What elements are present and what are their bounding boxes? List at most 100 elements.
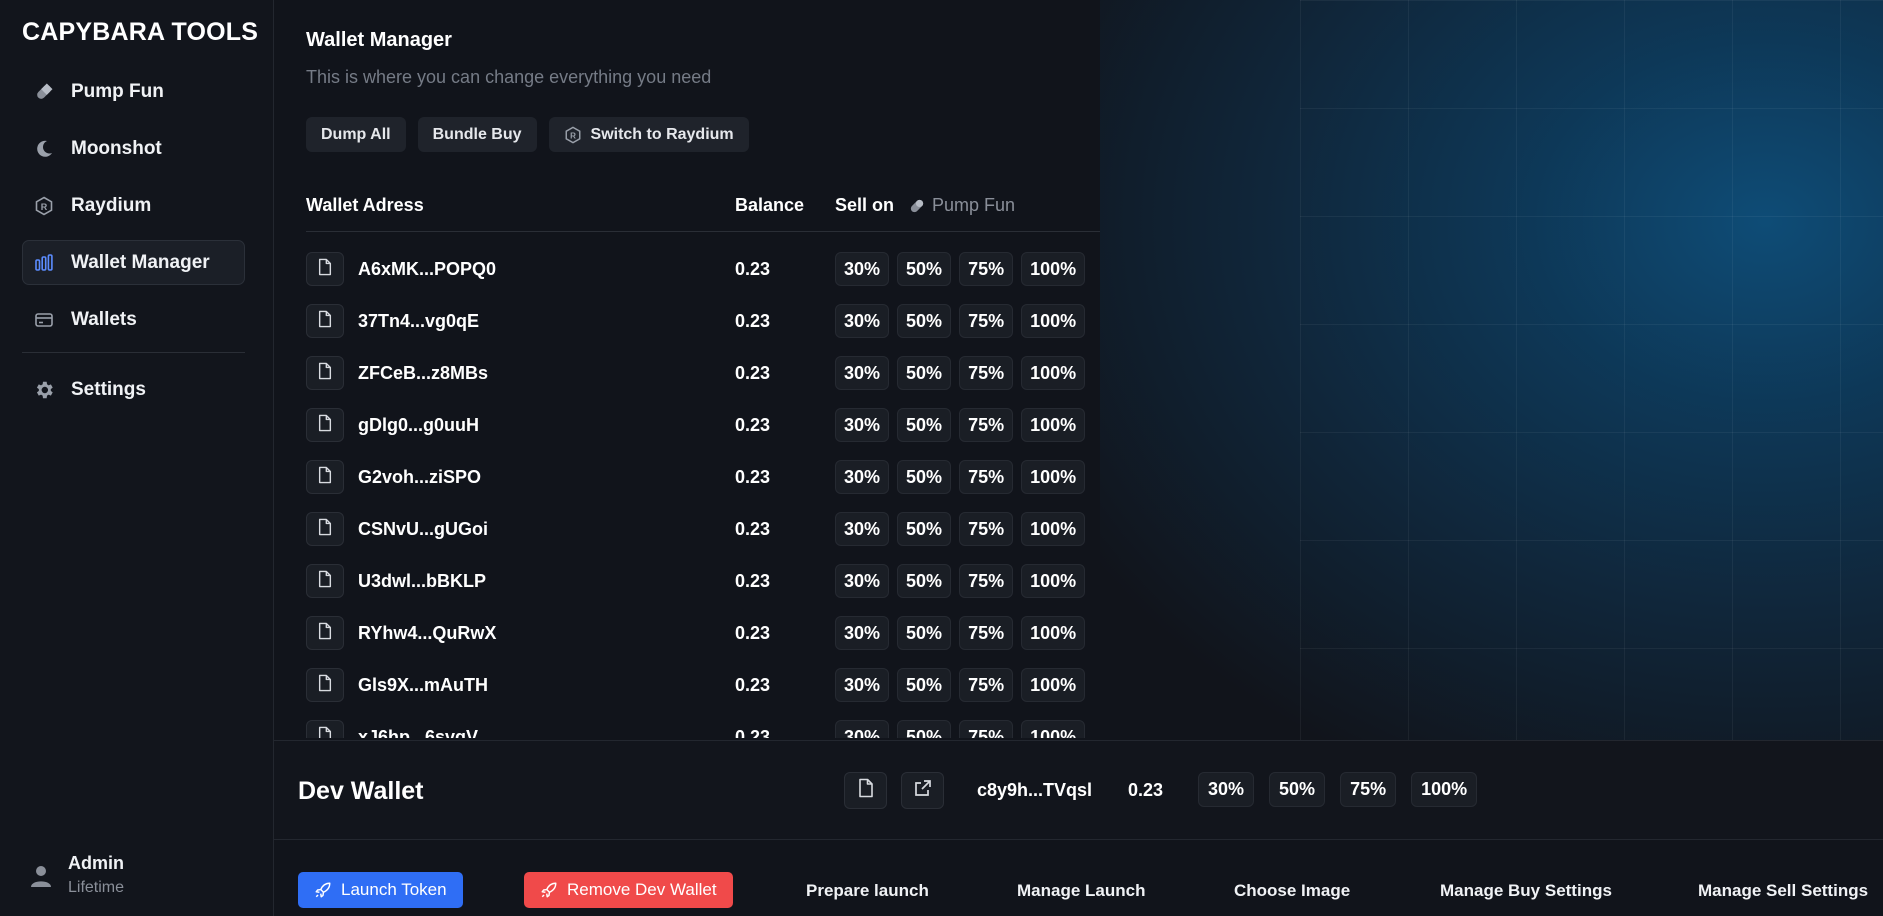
column-header-address: Wallet Adress <box>306 195 424 215</box>
choose-image-button[interactable]: Choose Image <box>1234 881 1350 901</box>
sell-percent-button[interactable]: 100% <box>1021 252 1086 286</box>
rocket-icon <box>314 881 332 899</box>
sidebar-item-raydium[interactable]: R Raydium <box>22 183 245 228</box>
sell-percent-button[interactable]: 50% <box>897 720 952 738</box>
dev-sell-100-button[interactable]: 100% <box>1411 772 1478 807</box>
copy-address-button[interactable] <box>306 512 344 546</box>
sell-percent-button[interactable]: 50% <box>897 408 952 442</box>
wallet-balance: 0.23 <box>735 259 771 279</box>
sell-percent-button[interactable]: 30% <box>835 408 890 442</box>
sell-percent-button[interactable]: 100% <box>1021 668 1086 702</box>
dev-sell-30-button[interactable]: 30% <box>1198 772 1255 807</box>
sell-percent-button[interactable]: 100% <box>1021 564 1086 598</box>
sell-percent-button[interactable]: 50% <box>897 356 952 390</box>
sidebar-nav: Pump Fun Moonshot R Raydium Wallet Manag… <box>22 69 245 424</box>
sell-percent-button[interactable]: 30% <box>835 564 890 598</box>
document-icon <box>317 674 333 697</box>
manage-sell-settings-button[interactable]: Manage Sell Settings <box>1698 881 1868 901</box>
sell-percent-button[interactable]: 100% <box>1021 304 1086 338</box>
prepare-launch-button[interactable]: Prepare launch <box>806 881 929 901</box>
dump-all-button[interactable]: Dump All <box>306 117 406 152</box>
bar-chart-icon <box>33 252 55 274</box>
sell-percent-button[interactable]: 75% <box>959 720 1014 738</box>
user-profile[interactable]: Admin Lifetime <box>30 853 124 897</box>
sell-percent-button[interactable]: 50% <box>897 668 952 702</box>
sell-percent-button[interactable]: 75% <box>959 408 1014 442</box>
sell-percent-button[interactable]: 50% <box>897 616 952 650</box>
sell-percent-button[interactable]: 30% <box>835 356 890 390</box>
sell-percent-button[interactable]: 50% <box>897 252 952 286</box>
sell-percentages: 30% 50% 75% 100% <box>835 720 1086 738</box>
sell-percent-button[interactable]: 50% <box>897 512 952 546</box>
sell-percent-button[interactable]: 30% <box>835 720 890 738</box>
sell-percent-button[interactable]: 75% <box>959 252 1014 286</box>
wallet-balance: 0.23 <box>735 363 771 383</box>
wallet-address: RYhw4...QuRwX <box>358 623 497 643</box>
sell-percentages: 30% 50% 75% 100% <box>835 252 1086 286</box>
wallet-balance: 0.23 <box>735 675 771 695</box>
sidebar-item-label: Pump Fun <box>71 80 164 102</box>
dev-sell-50-button[interactable]: 50% <box>1269 772 1326 807</box>
sell-percent-button[interactable]: 75% <box>959 460 1014 494</box>
copy-address-button[interactable] <box>306 564 344 598</box>
dev-sell-percentages: 30% 50% 75% 100% <box>1198 772 1478 807</box>
table-row: RYhw4...QuRwX 0.23 30% 50% 75% 100% <box>306 616 1100 668</box>
sell-percent-button[interactable]: 30% <box>835 304 890 338</box>
copy-address-button[interactable] <box>306 668 344 702</box>
sidebar-item-label: Wallet Manager <box>71 251 210 273</box>
sell-percent-button[interactable]: 50% <box>897 304 952 338</box>
sell-percent-button[interactable]: 75% <box>959 512 1014 546</box>
sell-percent-button[interactable]: 75% <box>959 304 1014 338</box>
sell-percentages: 30% 50% 75% 100% <box>835 616 1086 650</box>
copy-address-button[interactable] <box>306 304 344 338</box>
sell-percent-button[interactable]: 100% <box>1021 356 1086 390</box>
launch-token-button[interactable]: Launch Token <box>298 872 463 908</box>
copy-address-button[interactable] <box>306 616 344 650</box>
sidebar-item-settings[interactable]: Settings <box>22 367 245 412</box>
sidebar-item-pump-fun[interactable]: Pump Fun <box>22 69 245 114</box>
sell-percent-button[interactable]: 75% <box>959 616 1014 650</box>
copy-address-button[interactable] <box>306 460 344 494</box>
wallet-address: ZFCeB...z8MBs <box>358 363 489 383</box>
sidebar-item-wallet-manager[interactable]: Wallet Manager <box>22 240 245 285</box>
sell-percent-button[interactable]: 75% <box>959 564 1014 598</box>
sell-percent-button[interactable]: 30% <box>835 252 890 286</box>
sell-percent-button[interactable]: 75% <box>959 668 1014 702</box>
copy-address-button[interactable] <box>844 772 887 809</box>
action-bar: Dump All Bundle Buy R Switch to Raydium <box>306 117 749 152</box>
remove-dev-wallet-button[interactable]: Remove Dev Wallet <box>524 872 733 908</box>
button-label: Bundle Buy <box>432 125 522 143</box>
sell-percent-button[interactable]: 30% <box>835 668 890 702</box>
wallet-balance: 0.23 <box>735 311 771 331</box>
sell-percent-button[interactable]: 100% <box>1021 512 1086 546</box>
copy-address-button[interactable] <box>306 252 344 286</box>
dev-sell-75-button[interactable]: 75% <box>1340 772 1397 807</box>
sidebar-item-moonshot[interactable]: Moonshot <box>22 126 245 171</box>
sell-percent-button[interactable]: 100% <box>1021 460 1086 494</box>
sell-percent-button[interactable]: 75% <box>959 356 1014 390</box>
copy-address-button[interactable] <box>306 356 344 390</box>
wallet-address: Gls9X...mAuTH <box>358 675 489 695</box>
copy-address-button[interactable] <box>306 720 344 738</box>
page-title: Wallet Manager <box>306 29 452 51</box>
manage-launch-button[interactable]: Manage Launch <box>1017 881 1145 901</box>
dev-wallet-balance: 0.23 <box>1128 780 1164 800</box>
pill-icon <box>908 197 926 215</box>
sell-percent-button[interactable]: 30% <box>835 512 890 546</box>
open-external-button[interactable] <box>901 772 944 809</box>
sell-percent-button[interactable]: 100% <box>1021 616 1086 650</box>
copy-address-button[interactable] <box>306 408 344 442</box>
table-row: U3dwl...bBKLP 0.23 30% 50% 75% 100% <box>306 564 1100 616</box>
sell-percent-button[interactable]: 30% <box>835 616 890 650</box>
manage-buy-settings-button[interactable]: Manage Buy Settings <box>1440 881 1612 901</box>
table-row: G2voh...ziSPO 0.23 30% 50% 75% 100% <box>306 460 1100 512</box>
switch-to-raydium-button[interactable]: R Switch to Raydium <box>548 117 749 152</box>
sell-percent-button[interactable]: 100% <box>1021 408 1086 442</box>
sidebar-item-wallets[interactable]: Wallets <box>22 297 245 342</box>
rocket-icon <box>540 881 558 899</box>
sell-percent-button[interactable]: 50% <box>897 460 952 494</box>
sell-percent-button[interactable]: 50% <box>897 564 952 598</box>
bundle-buy-button[interactable]: Bundle Buy <box>417 117 537 152</box>
sell-percent-button[interactable]: 100% <box>1021 720 1086 738</box>
sell-percent-button[interactable]: 30% <box>835 460 890 494</box>
